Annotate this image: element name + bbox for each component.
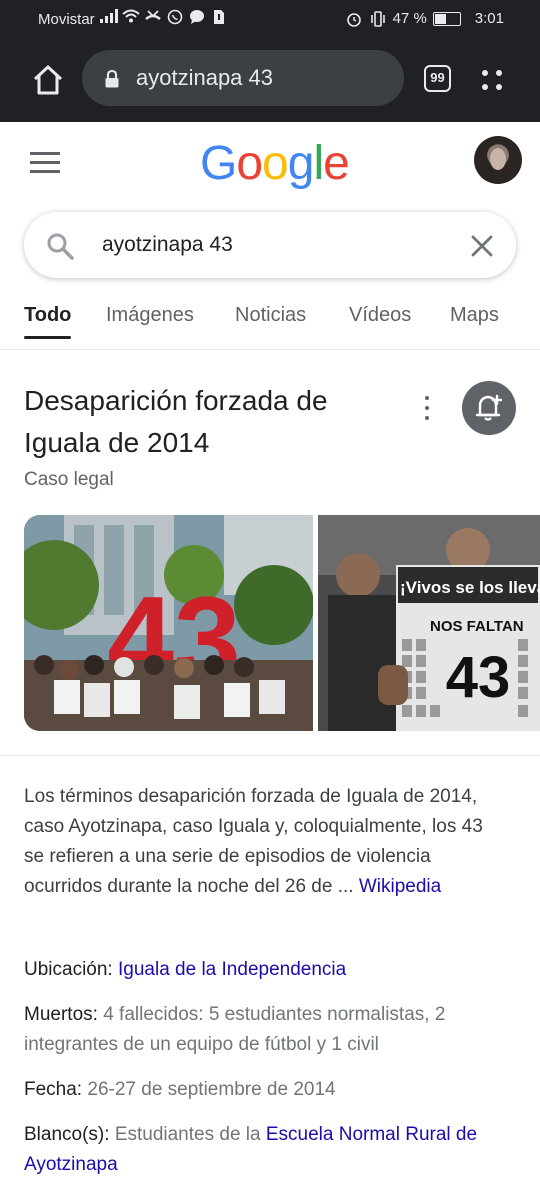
sign-text-line-2: NOS FALTAN — [430, 618, 524, 635]
google-logo-letter: o — [236, 137, 263, 190]
google-logo-letter: g — [287, 137, 315, 190]
address-bar[interactable]: ayotzinapa 43 — [82, 50, 404, 106]
wikipedia-link[interactable]: Wikipedia — [359, 876, 441, 897]
fact-muertos: Muertos: 4 fallecidos: 5 estudiantes nor… — [24, 1000, 516, 1060]
lock-icon — [104, 68, 120, 88]
fact-value: 26-27 de septiembre de 2014 — [87, 1079, 336, 1100]
fact-label: Fecha: — [24, 1079, 83, 1100]
active-tab-indicator — [24, 336, 71, 339]
carrier-name: Movistar — [38, 11, 95, 28]
message-icon — [188, 9, 206, 25]
signal-icon — [100, 9, 118, 25]
protest-image-2[interactable]: ¡Vivos se los llevaron NOS FALTAN 43 — [318, 515, 540, 731]
sim-icon — [210, 9, 228, 25]
google-logo-letter: e — [323, 137, 350, 190]
alarm-icon — [345, 11, 363, 27]
avatar[interactable] — [474, 136, 522, 184]
description: Los términos desaparición forzada de Igu… — [24, 782, 504, 902]
title-line-2: Iguala de 2014 — [24, 427, 210, 458]
title-line-1: Desaparición forzada de — [24, 385, 328, 416]
fact-label: Ubicación: — [24, 959, 113, 980]
search-icon[interactable] — [46, 232, 74, 260]
fact-value: Estudiantes de la — [114, 1124, 266, 1145]
protest-image-1[interactable]: 43 — [24, 515, 313, 731]
battery-percent: 47 % — [392, 10, 427, 27]
clear-icon[interactable] — [470, 234, 494, 258]
search-box — [24, 212, 516, 278]
google-logo-letter: G — [200, 137, 237, 190]
divider — [0, 755, 540, 756]
tab-imagenes[interactable]: Imágenes — [106, 304, 194, 327]
tab-videos[interactable]: Vídeos — [349, 304, 411, 327]
status-bar: Movistar 47 % 3:01 — [0, 0, 540, 38]
whatsapp-icon — [166, 9, 184, 25]
tab-noticias[interactable]: Noticias — [235, 304, 306, 327]
fact-fecha: Fecha: 26-27 de septiembre de 2014 — [24, 1075, 516, 1105]
sign-text-line-3: 43 — [446, 645, 511, 710]
clock: 3:01 — [474, 10, 504, 27]
knowledge-panel-subtitle: Caso legal — [24, 469, 114, 490]
address-bar-text: ayotzinapa 43 — [136, 65, 273, 90]
google-logo-letter: l — [313, 137, 324, 190]
add-alert-icon[interactable] — [462, 381, 516, 435]
ubicacion-link[interactable]: Iguala de la Independencia — [118, 959, 346, 980]
tab-count: 99 — [430, 70, 445, 85]
knowledge-panel-title: Desaparición forzada de Iguala de 2014 — [24, 380, 404, 464]
wifi-icon — [122, 9, 140, 25]
battery-icon — [432, 11, 461, 26]
home-icon[interactable] — [30, 62, 66, 98]
more-options-icon[interactable] — [420, 394, 434, 422]
fact-ubicacion: Ubicación: Iguala de la Independencia — [24, 955, 516, 985]
vibrate-icon — [369, 10, 387, 27]
more-vert-icon[interactable] — [478, 66, 506, 94]
hamburger-menu-icon[interactable] — [30, 152, 60, 174]
fact-blanco: Blanco(s): Estudiantes de la Escuela Nor… — [24, 1120, 516, 1180]
tabs-icon[interactable]: 99 — [424, 65, 451, 92]
fact-label: Muertos: — [24, 1004, 98, 1025]
google-logo[interactable]: Google — [200, 136, 350, 191]
missed-call-icon — [144, 9, 162, 25]
sign-text-line-1: ¡Vivos se los llevaron — [400, 578, 540, 597]
google-logo-letter: o — [262, 137, 289, 190]
search-input[interactable] — [100, 224, 440, 266]
fact-label: Blanco(s): — [24, 1124, 110, 1145]
tab-maps[interactable]: Maps — [450, 304, 499, 327]
tab-todo[interactable]: Todo — [24, 304, 71, 327]
search-tabs: Todo Imágenes Noticias Vídeos Maps — [0, 290, 540, 350]
browser-toolbar: ayotzinapa 43 99 — [0, 38, 540, 122]
